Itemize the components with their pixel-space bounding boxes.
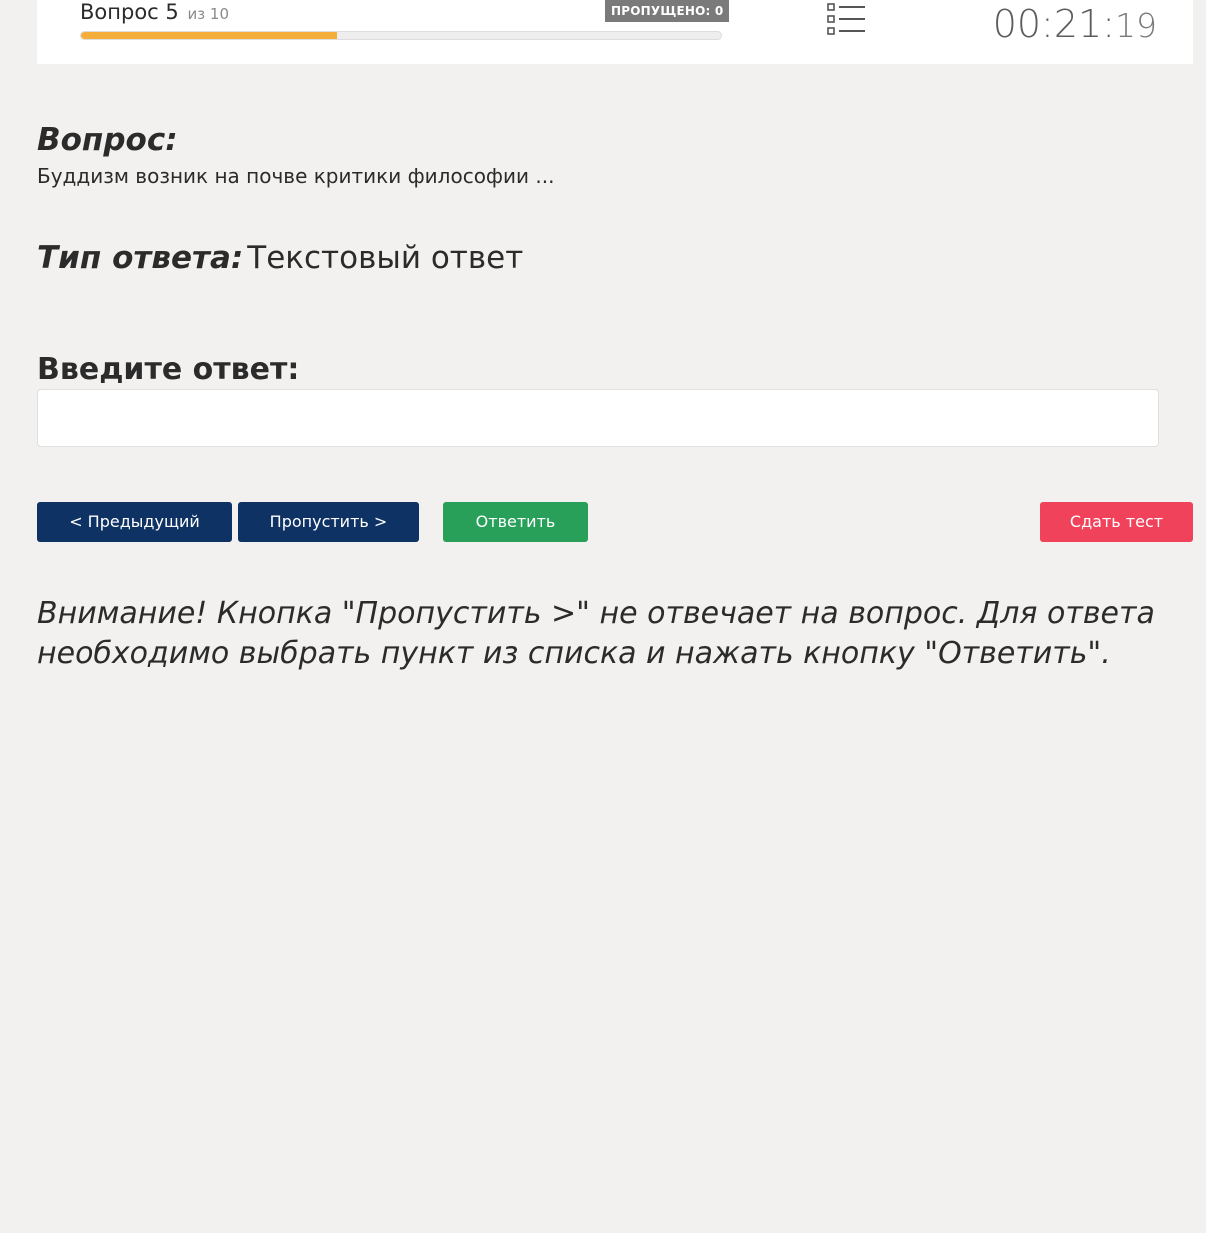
answer-type-label: Тип ответа: (37, 240, 244, 276)
progress-fill (81, 32, 337, 39)
timer-main: 00:21: (992, 2, 1115, 46)
answer-label: Введите ответ: (37, 352, 300, 387)
question-total: из 10 (187, 5, 230, 23)
question-list-icon[interactable] (827, 2, 867, 36)
question-text: Буддизм возник на почве критики философи… (37, 164, 555, 188)
question-counter: Вопрос 5 из 10 (80, 0, 229, 24)
skip-button[interactable]: Пропустить > (238, 502, 419, 542)
countdown-timer: 00:21:19 (993, 2, 1157, 46)
question-heading: Вопрос: (37, 122, 178, 158)
submit-test-button[interactable]: Сдать тест (1040, 502, 1193, 542)
question-number: Вопрос 5 (80, 0, 179, 24)
answer-input[interactable] (37, 389, 1159, 447)
test-header: Вопрос 5 из 10 ПРОПУЩЕНО: 0 00:21:19 (37, 0, 1193, 64)
answer-type-value: Текстовый ответ (247, 240, 524, 276)
previous-button[interactable]: < Предыдущий (37, 502, 232, 542)
skipped-count-badge: ПРОПУЩЕНО: 0 (605, 0, 730, 22)
answer-button[interactable]: Ответить (443, 502, 588, 542)
skip-warning-text: Внимание! Кнопка "Пропустить >" не отвеч… (37, 596, 1155, 671)
timer-seconds: 19 (1115, 6, 1157, 45)
answer-type: Тип ответа: Текстовый ответ (37, 240, 523, 276)
progress-bar (80, 31, 722, 40)
